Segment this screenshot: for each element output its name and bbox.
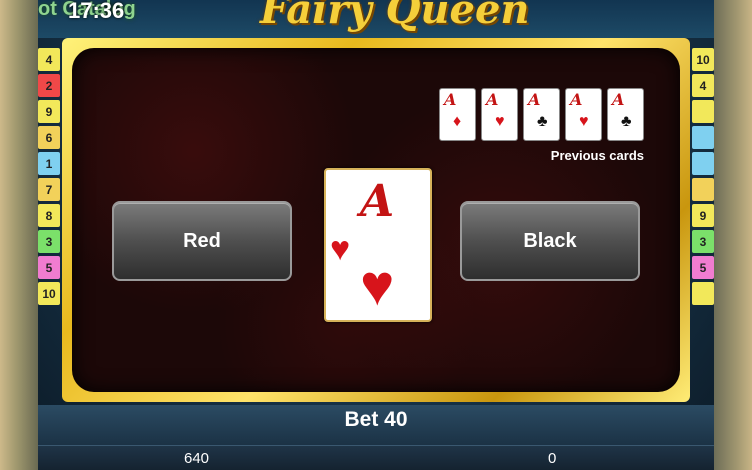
- previous-cards-label: Previous cards: [550, 148, 644, 163]
- red-button[interactable]: Red: [112, 201, 292, 281]
- left-line-4: 6: [38, 126, 60, 149]
- card-suit-icon: ♥: [579, 113, 589, 130]
- right-line-1: 10: [692, 48, 714, 71]
- blurred-left-edge: [0, 0, 38, 470]
- blurred-right-edge: [714, 0, 752, 470]
- right-line-5: [692, 152, 714, 175]
- right-line-8: 3: [692, 230, 714, 253]
- previous-card: A ♥: [565, 88, 602, 141]
- previous-card: A ♥: [481, 88, 518, 141]
- game-screen: ot Catalog 17:36 Fairy Queen 4 2 9 6 1 7 8 3 5 10…: [38, 0, 714, 470]
- left-line-indicators: 4 2 9 6 1 7 8 3 5 10: [38, 48, 60, 308]
- bottom-bar: [38, 445, 714, 470]
- right-line-3: [692, 100, 714, 123]
- left-line-1: 4: [38, 48, 60, 71]
- card-rank: A: [570, 90, 583, 109]
- left-line-9: 5: [38, 256, 60, 279]
- previous-card: A ♦: [439, 88, 476, 141]
- heart-icon: ♥: [330, 230, 351, 268]
- right-line-2: 4: [692, 74, 714, 97]
- left-line-7: 8: [38, 204, 60, 227]
- right-line-4: [692, 126, 714, 149]
- left-line-8: 3: [38, 230, 60, 253]
- current-card: A ♥ ♥: [324, 168, 432, 322]
- previous-card: A ♣: [523, 88, 560, 141]
- card-suit-icon: ♣: [621, 113, 632, 130]
- heart-icon: ♥: [360, 253, 395, 318]
- right-line-7: 9: [692, 204, 714, 227]
- right-line-indicators: 10 4 9 3 5: [692, 48, 714, 308]
- left-line-3: 9: [38, 100, 60, 123]
- card-suit-icon: ♣: [537, 113, 548, 130]
- card-rank: A: [528, 90, 541, 109]
- previous-cards-row: A ♦ A ♥ A ♣ A ♥ A ♣: [439, 88, 644, 141]
- gamble-panel: A ♦ A ♥ A ♣ A ♥ A ♣ Previous cards Red A ♥ ♥ Blac…: [72, 48, 680, 392]
- right-line-10: [692, 282, 714, 305]
- right-line-9: 5: [692, 256, 714, 279]
- left-line-10: 10: [38, 282, 60, 305]
- card-rank: A: [612, 90, 625, 109]
- status-clock: 17:36: [68, 0, 125, 23]
- card-suit-icon: ♦: [453, 113, 462, 130]
- card-rank: A: [486, 90, 499, 109]
- card-rank: A: [444, 90, 457, 109]
- left-line-6: 7: [38, 178, 60, 201]
- left-line-5: 1: [38, 152, 60, 175]
- game-title: Fairy Queen: [260, 0, 530, 33]
- right-line-6: [692, 178, 714, 201]
- current-card-rank: A: [360, 176, 395, 227]
- left-line-2: 2: [38, 74, 60, 97]
- credit-value: 640: [184, 450, 210, 467]
- black-button[interactable]: Black: [460, 201, 640, 281]
- card-suit-icon: ♥: [495, 113, 505, 130]
- bet-label: Bet 40: [344, 408, 408, 431]
- win-value: 0: [548, 450, 557, 467]
- previous-card: A ♣: [607, 88, 644, 141]
